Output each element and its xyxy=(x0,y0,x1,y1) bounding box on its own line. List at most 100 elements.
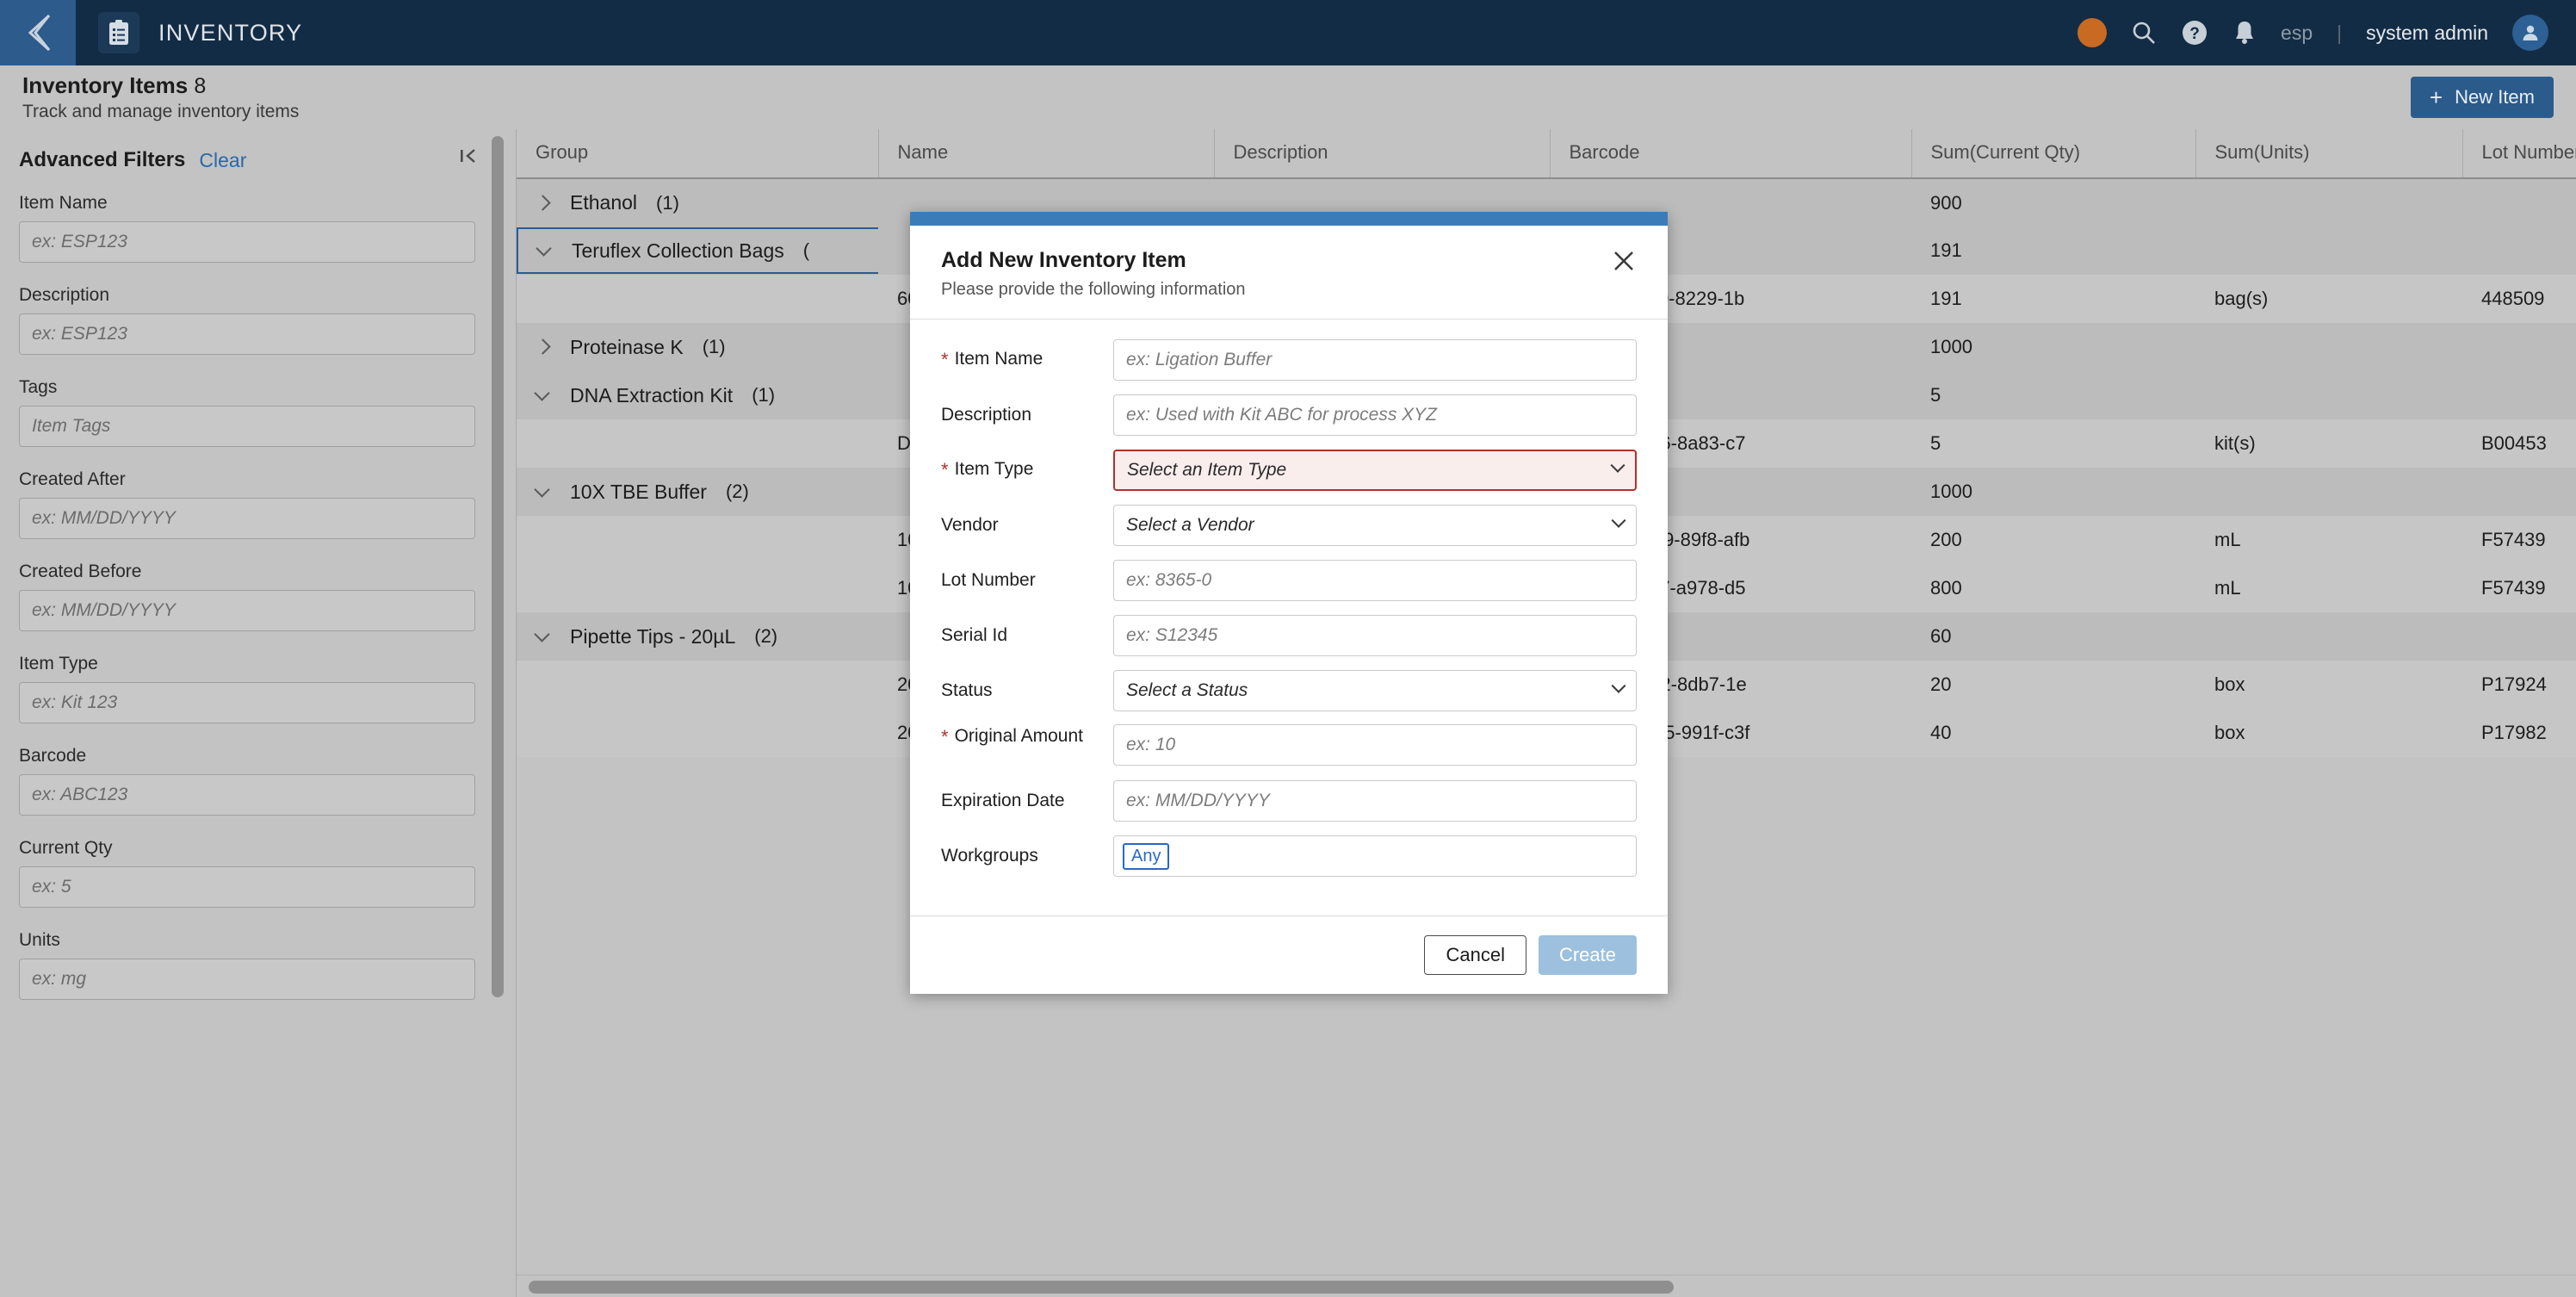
page-subtitle: Track and manage inventory items xyxy=(22,102,300,121)
nav-back-button[interactable] xyxy=(0,0,76,65)
group-count: (1) xyxy=(752,384,776,406)
item-name-input[interactable] xyxy=(1113,339,1637,381)
form-row: Vendor Select a Vendor xyxy=(941,504,1637,547)
column-header-name[interactable]: Name xyxy=(877,129,1214,179)
group-toggle[interactable]: 10X TBE Buffer (2) xyxy=(536,481,878,504)
column-header-sum-units[interactable]: Sum(Units) xyxy=(2195,129,2462,179)
item-type-select[interactable]: Select an Item Type xyxy=(1113,450,1637,491)
filter-label: Current Qty xyxy=(19,838,113,858)
vendor-select[interactable]: Select a Vendor xyxy=(1113,505,1637,546)
status-select[interactable]: Select a Status xyxy=(1113,670,1637,711)
description-input[interactable] xyxy=(1113,394,1637,436)
chevron-down-icon xyxy=(1611,678,1626,693)
group-count: (2) xyxy=(725,481,749,502)
top-navigation-bar: INVENTORY ? esp | system admin xyxy=(0,0,2576,65)
cell-lot-number xyxy=(2462,227,2576,275)
cell-sum-units xyxy=(2195,178,2462,227)
chevron-down-icon[interactable] xyxy=(536,484,551,500)
chevron-down-icon[interactable] xyxy=(536,388,551,403)
chevron-right-icon[interactable] xyxy=(536,195,551,211)
created-before-filter-input[interactable] xyxy=(19,590,475,631)
filter-label: Tags xyxy=(19,377,58,397)
filter-item-name: Item Name xyxy=(19,193,475,263)
clear-filters-link[interactable]: Clear xyxy=(199,149,246,172)
serial-id-input[interactable] xyxy=(1113,615,1637,656)
group-count: (2) xyxy=(754,625,778,647)
item-type-filter-input[interactable] xyxy=(19,682,475,723)
description-filter-input[interactable] xyxy=(19,313,475,355)
created-after-filter-input[interactable] xyxy=(19,498,475,539)
cell-group: 10X TBE Buffer (2) xyxy=(517,468,878,516)
column-header-sum-current-qty[interactable]: Sum(Current Qty) xyxy=(1910,129,2195,179)
units-filter-input[interactable] xyxy=(19,959,475,1000)
nav-app-brand[interactable]: INVENTORY xyxy=(76,12,302,53)
bell-icon[interactable] xyxy=(2232,19,2257,47)
group-toggle[interactable]: Teruflex Collection Bags ( xyxy=(517,227,878,274)
group-toggle[interactable]: Ethanol (1) xyxy=(536,191,878,214)
column-header-lot-number[interactable]: Lot Number xyxy=(2461,129,2576,179)
group-toggle[interactable]: Pipette Tips - 20µL (2) xyxy=(536,625,878,648)
page-header-texts: Inventory Items 8 Track and manage inven… xyxy=(22,72,299,122)
field-label-text: Status xyxy=(941,680,993,700)
close-icon[interactable] xyxy=(1611,248,1637,276)
cell-lot-number: P17982 xyxy=(2481,722,2547,743)
tags-filter-input[interactable] xyxy=(19,406,475,447)
search-icon[interactable] xyxy=(2131,20,2157,46)
svg-text:?: ? xyxy=(2189,25,2200,43)
lot-number-input[interactable] xyxy=(1113,560,1637,601)
original-amount-input[interactable] xyxy=(1113,724,1637,766)
nav-separator: | xyxy=(2337,21,2343,44)
chevron-right-icon[interactable] xyxy=(536,339,551,355)
group-toggle[interactable]: DNA Extraction Kit (1) xyxy=(536,384,878,407)
cell-lot-number xyxy=(2462,178,2576,227)
cell-sum-units xyxy=(2195,371,2462,419)
cell-sum-current-qty: 200 xyxy=(1930,529,1962,550)
field-label-text: Original Amount xyxy=(954,726,1083,746)
cell-sum-units xyxy=(2195,323,2462,371)
workgroup-tag[interactable]: Any xyxy=(1123,842,1170,870)
filters-title: Advanced Filters xyxy=(19,148,186,171)
field-label-text: Item Type xyxy=(954,459,1034,480)
field-label-text: Lot Number xyxy=(941,569,1036,590)
horizontal-scrollbar[interactable] xyxy=(517,1275,2576,1297)
item-name-filter-input[interactable] xyxy=(19,221,475,263)
column-header-barcode[interactable]: Barcode xyxy=(1549,129,1911,179)
field-label-text: Serial Id xyxy=(941,624,1008,645)
column-header-group[interactable]: Group xyxy=(517,129,878,179)
collapse-panel-icon[interactable] xyxy=(459,146,478,165)
column-header-description[interactable]: Description xyxy=(1213,129,1550,179)
status-dot-icon[interactable] xyxy=(2078,18,2108,47)
field-label: Serial Id xyxy=(941,624,1113,648)
filter-fields: Item Name Description Tags Created After… xyxy=(19,177,516,1000)
horizontal-scrollbar-thumb[interactable] xyxy=(529,1281,1674,1294)
form-row: Status Select a Status xyxy=(941,669,1637,712)
question-circle-icon[interactable]: ? xyxy=(2181,19,2208,47)
language-indicator[interactable]: esp xyxy=(2281,22,2313,45)
form-row: Serial Id xyxy=(941,614,1637,657)
cell-sum-units: box xyxy=(2214,673,2245,695)
user-avatar-icon[interactable] xyxy=(2512,15,2548,51)
current-qty-filter-input[interactable] xyxy=(19,866,475,908)
workgroups-tag-field[interactable]: Any xyxy=(1113,835,1637,877)
cell-group: Proteinase K (1) xyxy=(517,323,878,371)
chevron-down-icon[interactable] xyxy=(536,629,551,644)
filter-label: Barcode xyxy=(19,746,87,766)
new-item-button[interactable]: + New Item xyxy=(2410,77,2554,118)
form-row: Description xyxy=(941,394,1637,437)
sidebar-scrollbar[interactable] xyxy=(492,136,504,997)
cancel-button[interactable]: Cancel xyxy=(1424,935,1526,975)
chevron-down-icon[interactable] xyxy=(537,243,553,258)
create-button[interactable]: Create xyxy=(1538,935,1637,975)
form-row: Workgroups Any xyxy=(941,835,1637,878)
barcode-filter-input[interactable] xyxy=(19,774,475,816)
page-title-text: Inventory Items xyxy=(22,72,189,98)
cell-lot-number: F57439 xyxy=(2481,577,2546,599)
user-name-label[interactable]: system admin xyxy=(2366,22,2488,45)
group-name: 10X TBE Buffer xyxy=(570,480,707,503)
cell-group xyxy=(517,275,878,323)
group-toggle[interactable]: Proteinase K (1) xyxy=(536,336,878,359)
expiration-date-input[interactable] xyxy=(1113,780,1637,822)
cell-group xyxy=(517,516,878,564)
cell-group xyxy=(517,709,878,757)
filter-label: Item Type xyxy=(19,654,98,673)
